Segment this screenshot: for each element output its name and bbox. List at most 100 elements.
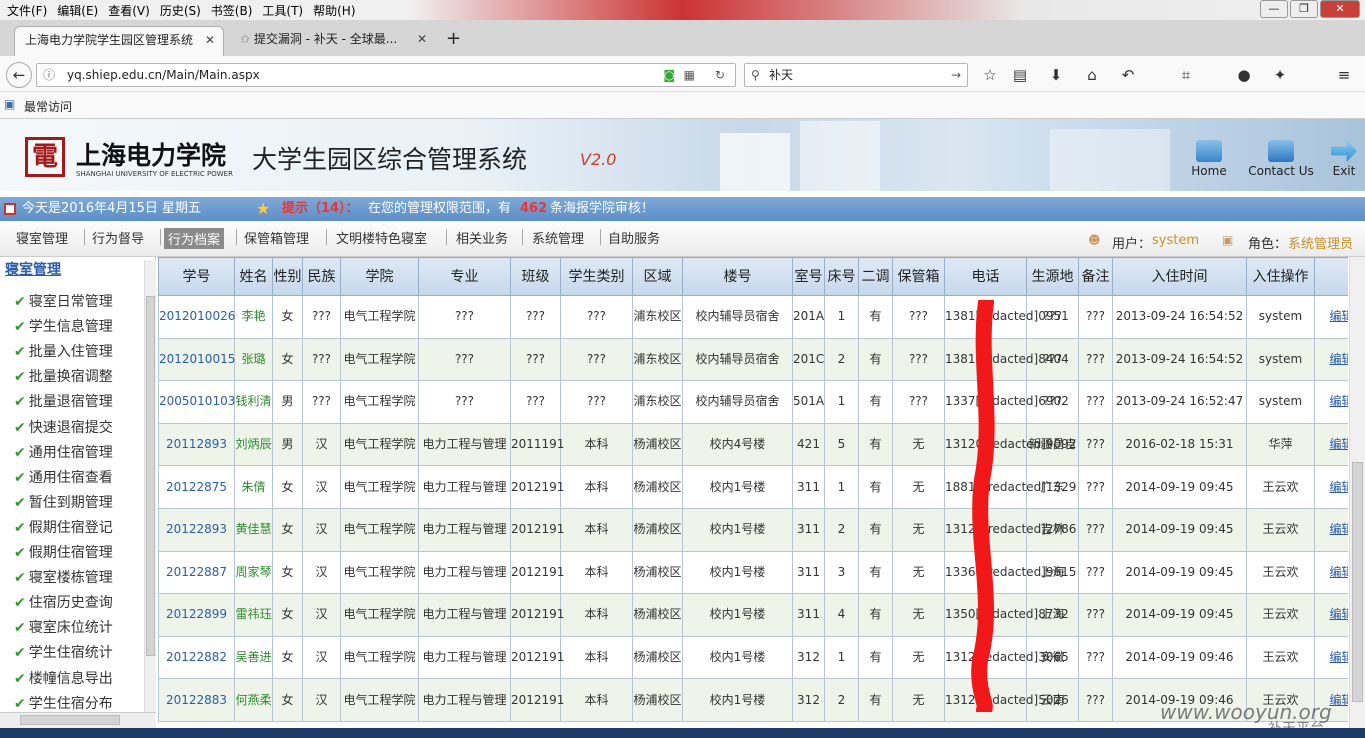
home-button[interactable]: Home — [1186, 140, 1232, 178]
close-tab-icon[interactable]: ✕ — [205, 27, 215, 53]
tab-campus-system[interactable]: 上海电力学院学生园区管理系统 ✕ — [14, 26, 224, 56]
sidebar-item[interactable]: ✔ 批量入住管理 — [14, 341, 113, 361]
nav-related-business[interactable]: 相关业务 — [456, 228, 508, 247]
menu-icon[interactable]: ≡ — [1334, 65, 1354, 85]
close-tab-icon[interactable]: ✕ — [417, 26, 427, 52]
student-id-cell[interactable]: 20122887 — [158, 550, 235, 595]
table-row[interactable]: 2012010026 李艳女??? 电气工程学院????????? 浦东校区 校内辅导员… — [158, 295, 1348, 339]
table-row[interactable]: 2005010103 钱利清男??? 电气工程学院????????? 浦东校区 校内辅导… — [158, 380, 1348, 424]
nav-behavior-supervision[interactable]: 行为督导 — [92, 228, 144, 247]
close-window-button[interactable]: ✕ — [1320, 0, 1360, 18]
table-row[interactable]: 20122899 雷祎珏女汉电气工程学院 电力工程与管理 2012191 本科 杨浦校区校… — [158, 593, 1348, 637]
table-row[interactable]: 20122887 周家琴女汉电气工程学院 电力工程与管理 2012191 本科 杨浦校区校… — [158, 550, 1348, 595]
sidebar-item[interactable]: ✔ 假期住宿管理 — [14, 542, 113, 562]
edit-link[interactable]: 编辑 — [1314, 635, 1348, 680]
student-id-cell[interactable]: 2012010026 — [158, 295, 235, 339]
menu-item[interactable]: 文件(F) — [2, 0, 52, 21]
hscroll-thumb[interactable] — [20, 715, 120, 725]
sidebar-horizontal-scrollbar[interactable] — [0, 712, 156, 728]
extension-icon[interactable]: ✦ — [1270, 65, 1290, 85]
undo-icon[interactable]: ↶ — [1118, 65, 1138, 85]
contact-us-button[interactable]: Contact Us — [1246, 140, 1316, 178]
sidebar-item[interactable]: ✔ 学生住宿统计 — [14, 642, 113, 662]
edit-link[interactable]: 编辑 — [1314, 422, 1348, 467]
reload-icon[interactable]: ↻ — [715, 64, 725, 86]
sidebar-item[interactable]: ✔ 假期住宿登记 — [14, 517, 113, 537]
table-row[interactable]: 2012010015 张璐女??? 电气工程学院????????? 浦东校区 校内辅导员… — [158, 337, 1348, 382]
go-icon[interactable]: → — [951, 64, 961, 86]
main-scroll-thumb[interactable] — [1352, 462, 1363, 702]
home-icon[interactable]: ⌂ — [1082, 65, 1102, 85]
edit-link[interactable]: 编辑 — [1314, 295, 1348, 339]
edit-link[interactable]: 编辑 — [1314, 337, 1348, 382]
tab-butian[interactable]: ✩ 提交漏洞 - 补天 - 全球最... ✕ — [230, 26, 435, 56]
role-label: 角色： — [1248, 237, 1288, 252]
maximize-button[interactable]: ❐ — [1290, 0, 1318, 18]
download-icon[interactable]: ⬇ — [1046, 65, 1066, 85]
student-id-cell[interactable]: 2012010015 — [158, 337, 235, 382]
nav-model-dorm[interactable]: 文明楼特色寝室 — [336, 228, 427, 247]
student-id-cell[interactable]: 20122883 — [158, 678, 235, 722]
sidebar-title[interactable]: 寝室管理 — [5, 259, 61, 279]
sidebar-item[interactable]: ✔ 寝室楼栋管理 — [14, 567, 113, 587]
sidebar-item[interactable]: ✔ 通用住宿管理 — [14, 442, 113, 462]
nav-self-service[interactable]: 自助服务 — [608, 228, 660, 247]
student-id-cell[interactable]: 20122875 — [158, 465, 235, 509]
sidebar-item[interactable]: ✔ 批量换宿调整 — [14, 366, 113, 386]
minimize-button[interactable]: — — [1260, 0, 1288, 18]
new-tab-button[interactable]: + — [442, 26, 466, 56]
menu-item[interactable]: 帮助(H) — [308, 0, 360, 21]
sidebar-scrollbar[interactable] — [144, 260, 156, 726]
crop-icon[interactable]: ⌗ — [1176, 65, 1196, 85]
sidebar-item[interactable]: ✔ 住宿历史查询 — [14, 592, 113, 612]
check-icon: ✔ — [14, 595, 26, 612]
student-id-cell[interactable]: 20122882 — [158, 635, 235, 680]
table-cell: 无 — [892, 678, 945, 722]
tip-label[interactable]: 提示（14）： — [282, 197, 359, 221]
sidebar-item[interactable]: ✔ 批量退宿管理 — [14, 391, 113, 411]
exit-button[interactable]: Exit — [1328, 140, 1360, 178]
sidebar-item[interactable]: ✔ 寝室床位统计 — [14, 617, 113, 637]
table-row[interactable]: 20122882 吴善进女汉电气工程学院 电力工程与管理 2012191 本科 杨浦校区校… — [158, 635, 1348, 680]
sidebar-item[interactable]: ✔ 学生住宿分布 — [14, 693, 113, 713]
nav-behavior-records[interactable]: 行为档案 — [164, 228, 225, 249]
main-scrollbar[interactable] — [1349, 257, 1365, 729]
nav-locker-management[interactable]: 保管箱管理 — [244, 228, 309, 247]
menu-item[interactable]: 书签(B) — [206, 0, 258, 21]
menu-item[interactable]: 历史(S) — [155, 0, 206, 21]
search-value: 补天 — [769, 68, 794, 82]
edit-link[interactable]: 编辑 — [1314, 550, 1348, 595]
back-icon[interactable]: ← — [6, 62, 32, 88]
edit-link[interactable]: 编辑 — [1314, 507, 1348, 552]
table-row[interactable]: 20122893 黄佳慧女汉电气工程学院 电力工程与管理 2012191 本科 杨浦校区校… — [158, 507, 1348, 552]
search-input[interactable]: ⚲ 补天 → — [744, 63, 968, 87]
edit-link[interactable]: 编辑 — [1314, 380, 1348, 424]
student-id-cell[interactable]: 2005010103 — [158, 380, 235, 424]
bookmark-star-icon[interactable]: ☆ — [980, 65, 1000, 85]
nav-system-management[interactable]: 系统管理 — [532, 228, 584, 247]
nav-dorm-management[interactable]: 寝室管理 — [16, 228, 68, 247]
menu-item[interactable]: 工具(T) — [257, 0, 308, 21]
sidebar-item[interactable]: ✔ 通用住宿查看 — [14, 467, 113, 487]
sidebar-item[interactable]: ✔ 快速退宿提交 — [14, 417, 113, 437]
qr-icon[interactable]: ▦ — [684, 64, 695, 86]
sidebar-item[interactable]: ✔ 学生信息管理 — [14, 316, 113, 336]
sidebar-scroll-thumb[interactable] — [146, 296, 155, 656]
edit-link[interactable]: 编辑 — [1314, 465, 1348, 509]
sidebar-item[interactable]: ✔ 寝室日常管理 — [14, 291, 113, 311]
menu-item[interactable]: 编辑(E) — [52, 0, 103, 21]
bookmark-most-visited[interactable]: 最常访问 — [24, 98, 72, 115]
url-bar[interactable]: ⓘ yq.shiep.edu.cn/Main/Main.aspx ◙ ▦ ↻ — [36, 63, 736, 87]
edit-link[interactable]: 编辑 — [1314, 593, 1348, 637]
chat-icon[interactable]: ● — [1234, 65, 1254, 85]
sidebar-item-label: 住宿历史查询 — [28, 595, 113, 612]
student-id-cell[interactable]: 20122893 — [158, 507, 235, 552]
sidebar-item[interactable]: ✔ 楼幢信息导出 — [14, 668, 113, 688]
sidebar-item[interactable]: ✔ 暂住到期管理 — [14, 492, 113, 512]
student-id-cell[interactable]: 20122899 — [158, 593, 235, 637]
table-row[interactable]: 20122875 朱倩女汉电气工程学院 电力工程与管理 2012191 本科 杨浦校区 校内… — [158, 465, 1348, 509]
table-row[interactable]: 20112893 刘炳辰男汉电气工程学院 电力工程与管理 2011191 本科 杨浦校区校… — [158, 422, 1348, 467]
student-id-cell[interactable]: 20112893 — [158, 422, 235, 467]
reading-list-icon[interactable]: ▤ — [1010, 65, 1030, 85]
menu-item[interactable]: 查看(V) — [103, 0, 155, 21]
